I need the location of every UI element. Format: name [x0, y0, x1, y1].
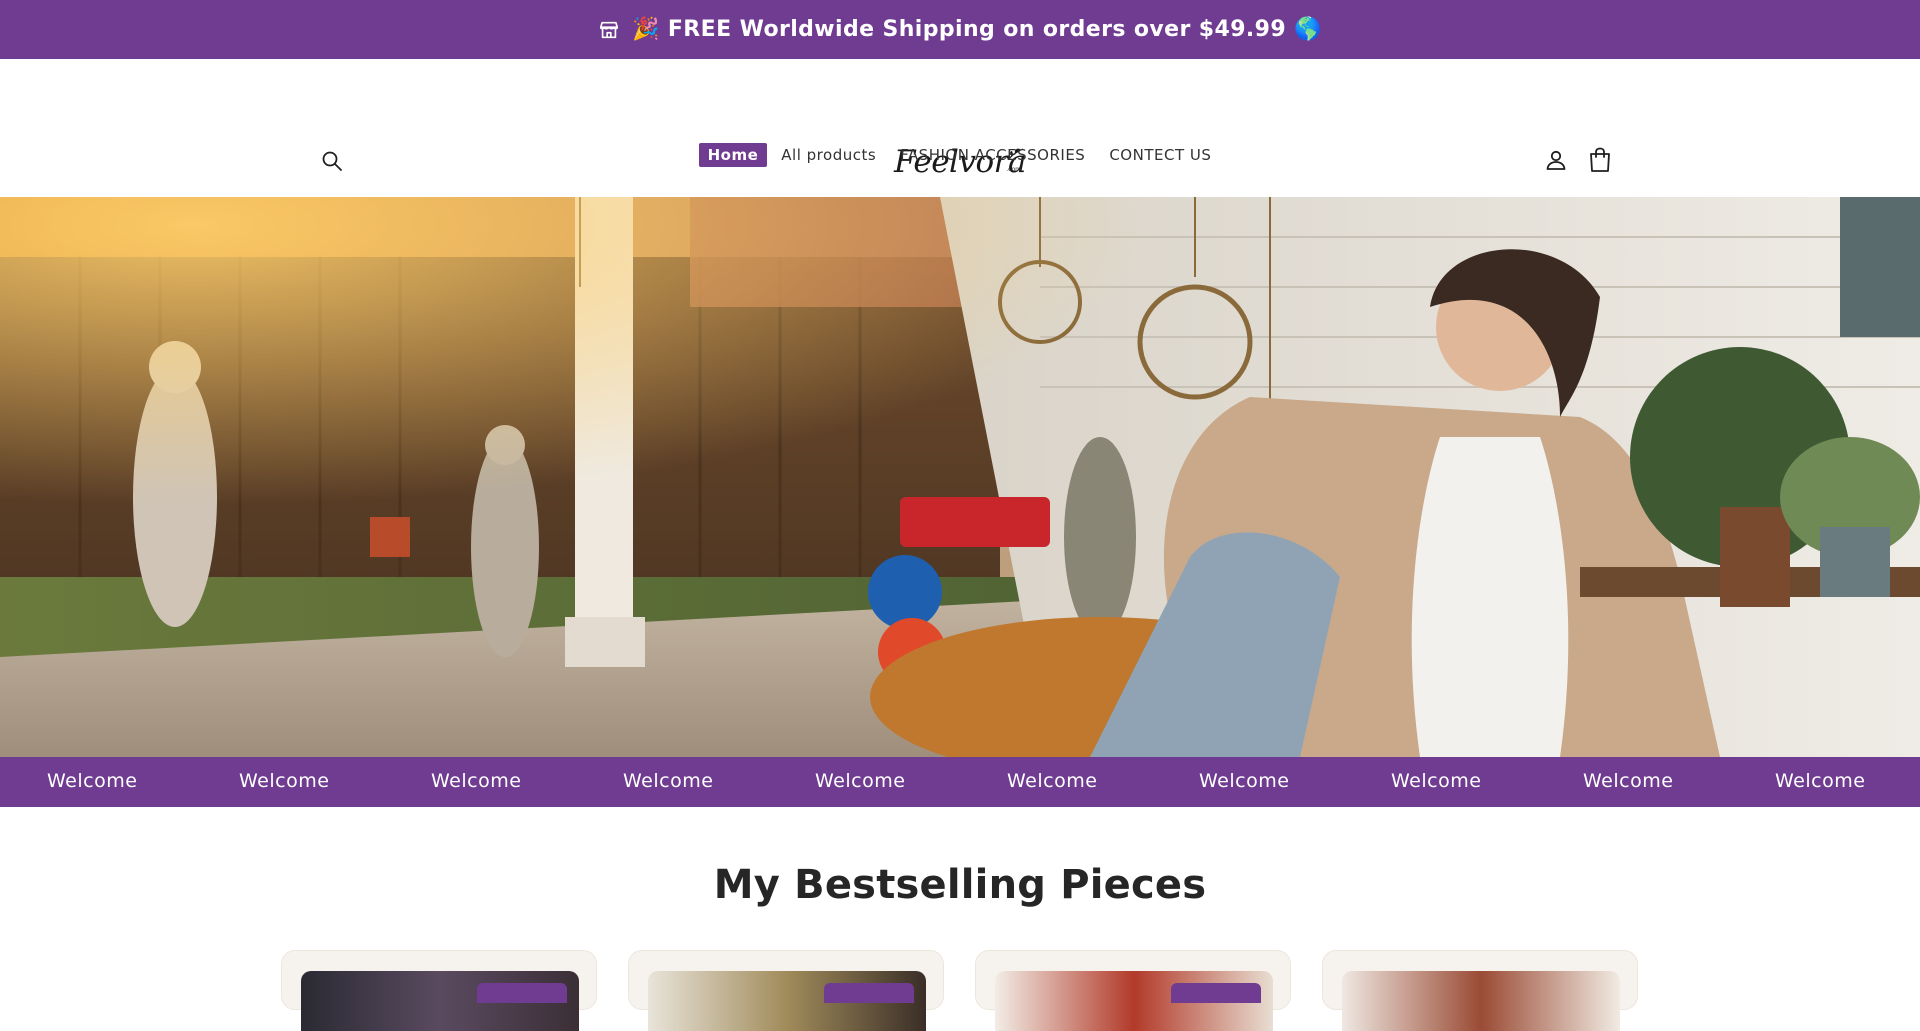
- section-title: My Bestselling Pieces: [713, 862, 1207, 908]
- logo-suffix: .com: [1006, 166, 1021, 173]
- marquee-item: Welcome: [623, 770, 714, 792]
- marquee-item: Welcome: [431, 770, 522, 792]
- product-badge: [477, 983, 567, 1003]
- nav-item-all-products[interactable]: All products: [771, 143, 886, 167]
- product-card[interactable]: [628, 950, 944, 1031]
- announcement-text: 🎉 FREE Worldwide Shipping on orders over…: [632, 17, 1322, 42]
- nav-item-fashion-accessories[interactable]: FASHION ACCESSORIES: [890, 143, 1095, 167]
- product-image[interactable]: [1342, 971, 1620, 1031]
- marquee-item: Welcome: [47, 770, 138, 792]
- announcement-bar: 🎉 FREE Worldwide Shipping on orders over…: [0, 0, 1920, 59]
- marquee-item: Welcome: [1775, 770, 1866, 792]
- nav-item-home[interactable]: Home: [698, 143, 768, 167]
- marquee-item: Welcome: [1007, 770, 1098, 792]
- marquee-item: Welcome: [239, 770, 330, 792]
- store-icon: [598, 19, 620, 41]
- hero-banner-image: [0, 197, 1920, 757]
- marquee-item: Welcome: [1391, 770, 1482, 792]
- product-badge: [1171, 983, 1261, 1003]
- marquee-item: Welcome: [815, 770, 906, 792]
- product-card[interactable]: [1322, 950, 1638, 1031]
- nav-item-contact-us[interactable]: CONTECT US: [1099, 143, 1221, 167]
- site-header: Feelvora .com: [0, 59, 1920, 197]
- product-card[interactable]: [975, 950, 1291, 1031]
- marquee-item: Welcome: [1583, 770, 1674, 792]
- product-badge: [824, 983, 914, 1003]
- marquee-item: Welcome: [1199, 770, 1290, 792]
- product-card[interactable]: [281, 950, 597, 1031]
- main-nav: Home All products FASHION ACCESSORIES CO…: [0, 143, 1920, 167]
- welcome-marquee: Welcome Welcome Welcome Welcome Welcome …: [0, 757, 1920, 807]
